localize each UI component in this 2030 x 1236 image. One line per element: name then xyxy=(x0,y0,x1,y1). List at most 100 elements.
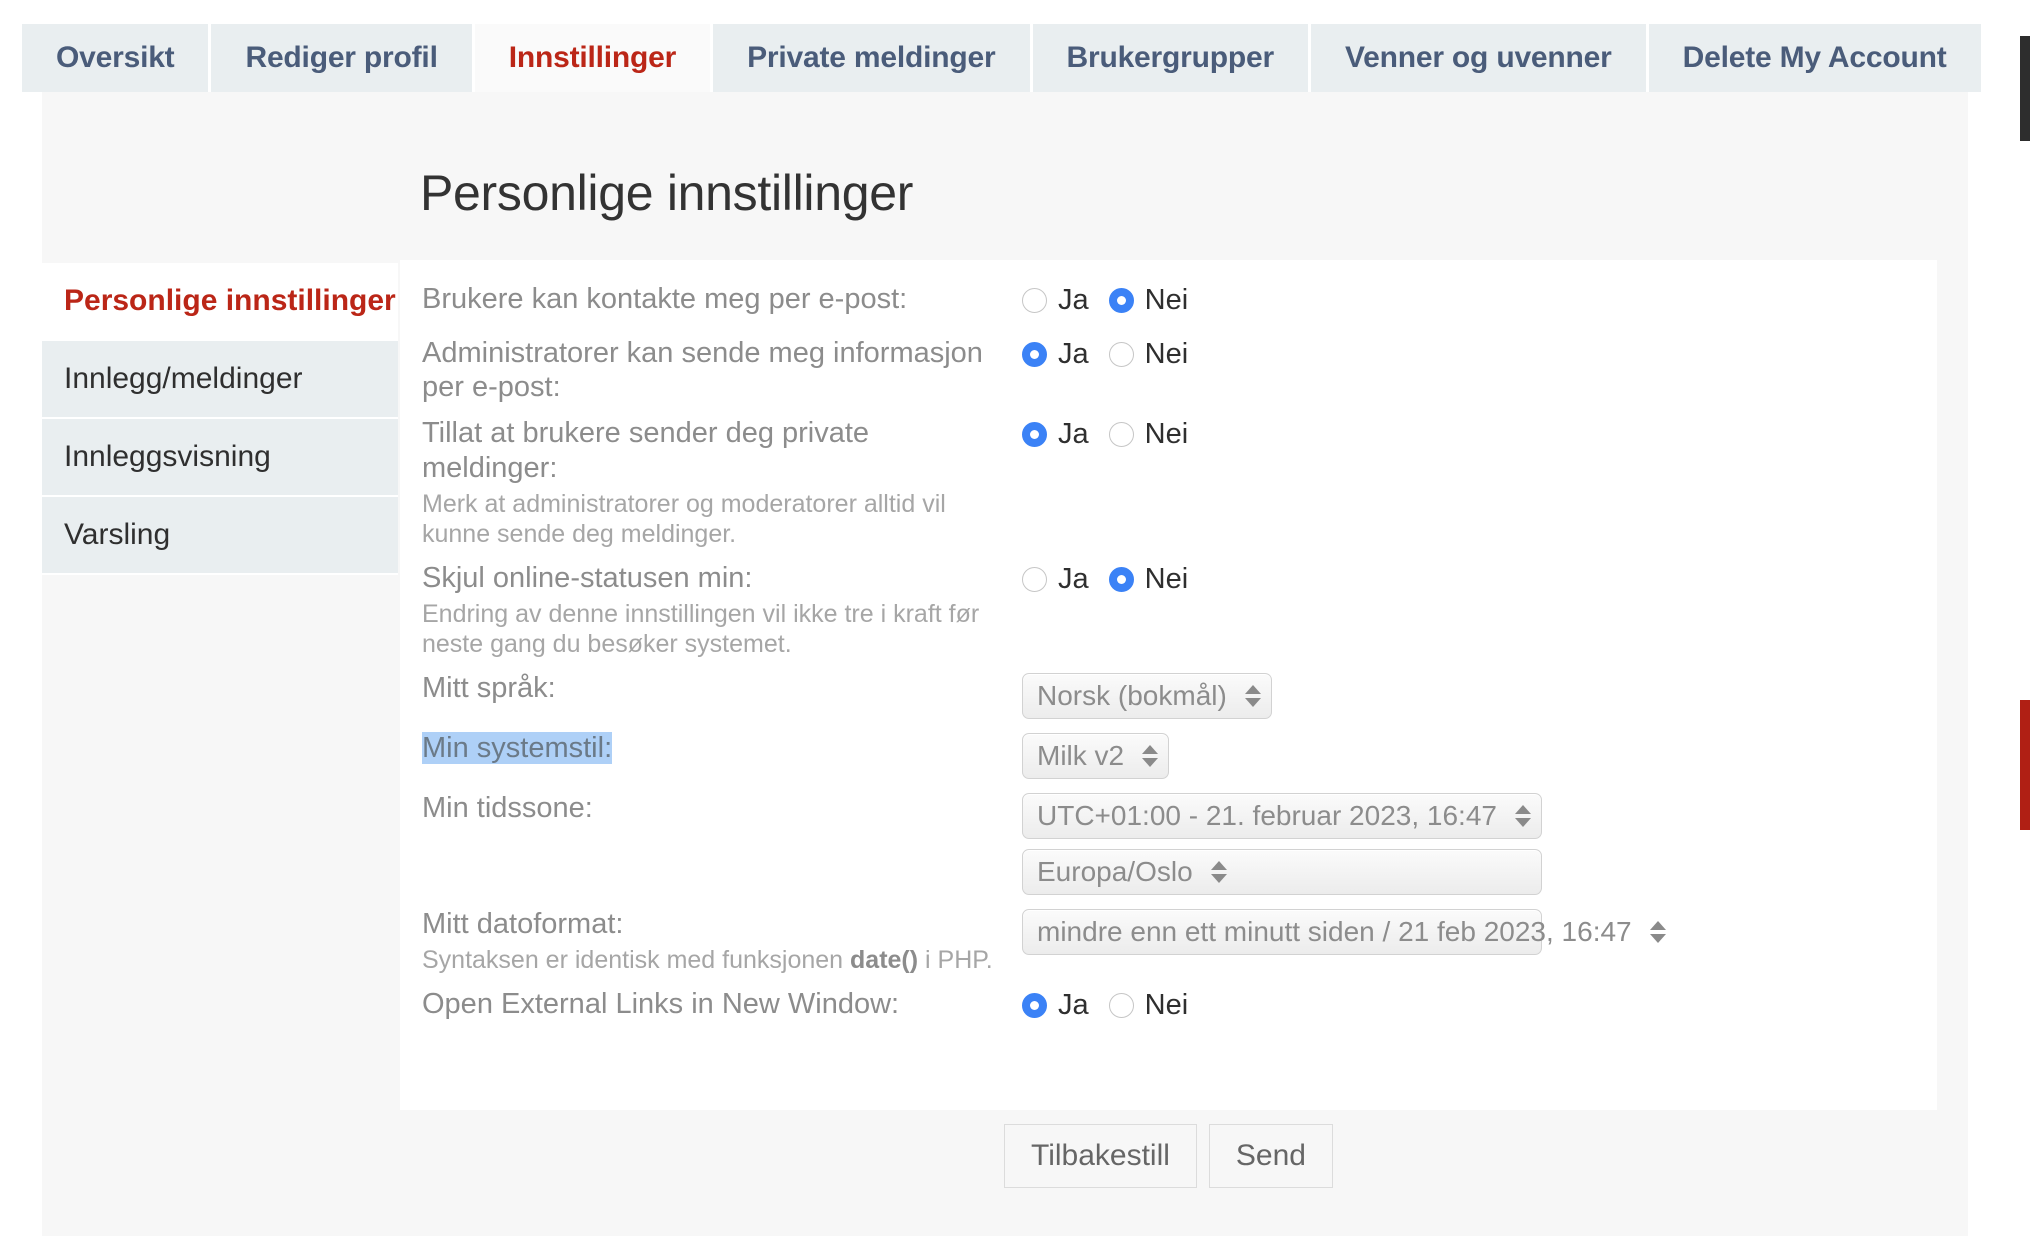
tab-venner-og-uvenner[interactable]: Venner og uvenner xyxy=(1310,24,1646,92)
radio-yes-label[interactable]: Ja xyxy=(1058,989,1089,1022)
sidebar-item-label: Innlegg/meldinger xyxy=(64,362,303,395)
radio-option-yes[interactable]: Ja xyxy=(1022,284,1089,317)
field-label-wrap: Skjul online-statusen min: Endring av de… xyxy=(422,561,1022,659)
radio-no-icon[interactable] xyxy=(1108,288,1134,313)
radio-yes-icon[interactable] xyxy=(1022,566,1047,592)
language-select-value: Norsk (bokmål) xyxy=(1037,680,1227,712)
field-allow-pm: Tillat at brukere sender deg private mel… xyxy=(400,416,1937,548)
field-control: UTC+01:00 - 21. februar 2023, 16:47 Euro… xyxy=(1022,791,1937,896)
chevron-updown-icon xyxy=(1514,805,1531,828)
radio-no-icon[interactable] xyxy=(1108,422,1134,448)
submit-button[interactable]: Send xyxy=(1208,1124,1333,1188)
style-select[interactable]: Milk v2 xyxy=(1022,733,1170,780)
tab-label: Rediger profil xyxy=(245,41,438,74)
sidebar-item-innleggsvisning[interactable]: Innleggsvisning xyxy=(42,419,398,497)
radio-no-label[interactable]: Nei xyxy=(1145,418,1189,451)
radio-no-icon[interactable] xyxy=(1108,566,1134,592)
hint-text-post: i PHP. xyxy=(918,946,993,975)
sidebar-item-label: Personlige innstillinger xyxy=(64,284,396,317)
tab-label: Delete My Account xyxy=(1682,41,1947,74)
forum-page: Oversikt Rediger profil Innstillinger Pr… xyxy=(0,0,1981,1236)
radio-yes-label[interactable]: Ja xyxy=(1058,338,1089,371)
tab-label: Oversikt xyxy=(56,41,175,74)
field-label-wrap: Mitt datoformat: Syntaksen er identisk m… xyxy=(422,907,1022,975)
field-label: Min systemstil: xyxy=(422,732,613,765)
radio-option-no[interactable]: Nei xyxy=(1108,418,1189,451)
offscreen-red-panel-edge xyxy=(2020,700,2030,830)
field-dateformat: Mitt datoformat: Syntaksen er identisk m… xyxy=(400,907,1937,975)
reset-button[interactable]: Tilbakestill xyxy=(1003,1124,1197,1188)
field-timezone: Min tidssone: UTC+01:00 - 21. februar 20… xyxy=(400,791,1937,896)
tab-oversikt[interactable]: Oversikt xyxy=(22,24,209,92)
radio-option-yes[interactable]: Ja xyxy=(1022,563,1089,596)
profile-tab-nav: Oversikt Rediger profil Innstillinger Pr… xyxy=(0,0,1981,92)
tab-label: Venner og uvenner xyxy=(1344,41,1612,74)
sidebar-item-label: Varsling xyxy=(64,518,171,551)
hint-code: date() xyxy=(850,946,919,975)
field-admin-email: Administratorer kan sende meg informasjo… xyxy=(400,336,1937,404)
tab-private-meldinger[interactable]: Private meldinger xyxy=(713,24,1030,92)
radio-yes-icon[interactable] xyxy=(1022,422,1047,448)
field-label: Mitt språk: xyxy=(422,672,556,705)
radio-no-label[interactable]: Nei xyxy=(1145,563,1189,596)
timezone-region-value: Europa/Oslo xyxy=(1037,856,1193,888)
radio-group-admin-email: Ja Nei xyxy=(1022,338,1208,371)
radio-yes-icon[interactable] xyxy=(1022,342,1047,367)
browser-right-gutter xyxy=(1968,0,2030,1236)
chevron-updown-icon xyxy=(1210,861,1227,884)
page-title: Personlige innstillinger xyxy=(420,164,914,221)
radio-option-yes[interactable]: Ja xyxy=(1022,338,1089,371)
radio-no-icon[interactable] xyxy=(1108,342,1134,367)
radio-group-external-links: Ja Nei xyxy=(1022,989,1208,1022)
radio-option-no[interactable]: Nei xyxy=(1108,338,1189,371)
tab-innstillinger[interactable]: Innstillinger xyxy=(474,24,711,92)
radio-yes-label[interactable]: Ja xyxy=(1058,284,1089,317)
sidebar-item-varsling[interactable]: Varsling xyxy=(42,497,398,575)
radio-yes-label[interactable]: Ja xyxy=(1058,563,1089,596)
sidebar-item-personlige-innstillinger[interactable]: Personlige innstillinger xyxy=(42,263,398,341)
radio-no-label[interactable]: Nei xyxy=(1145,989,1189,1022)
dateformat-select[interactable]: mindre enn ett minutt siden / 21 feb 202… xyxy=(1022,909,1666,956)
radio-group-allow-pm: Ja Nei xyxy=(1022,418,1208,451)
radio-no-icon[interactable] xyxy=(1108,993,1134,1019)
radio-group-contact-email: Ja Nei xyxy=(1022,284,1208,317)
radio-yes-label[interactable]: Ja xyxy=(1058,418,1089,451)
field-label: Open External Links in New Window: xyxy=(422,988,900,1021)
field-label-wrap: Min systemstil: xyxy=(422,731,1022,765)
chevron-updown-icon xyxy=(1649,921,1666,944)
field-label: Brukere kan kontakte meg per e-post: xyxy=(422,283,908,315)
field-hide-online: Skjul online-statusen min: Endring av de… xyxy=(400,561,1937,659)
sidebar-item-innlegg-meldinger[interactable]: Innlegg/meldinger xyxy=(42,341,398,419)
hint-text-pre: Syntaksen er identisk med funksjonen xyxy=(422,946,851,975)
radio-no-label[interactable]: Nei xyxy=(1145,284,1189,317)
timezone-select-stack: UTC+01:00 - 21. februar 2023, 16:47 Euro… xyxy=(1022,793,1542,896)
timezone-offset-select[interactable]: UTC+01:00 - 21. februar 2023, 16:47 xyxy=(1022,793,1542,840)
radio-no-label[interactable]: Nei xyxy=(1145,338,1189,371)
tab-delete-my-account[interactable]: Delete My Account xyxy=(1648,24,1981,92)
radio-option-no[interactable]: Nei xyxy=(1108,284,1189,317)
field-label: Mitt datoformat: xyxy=(422,908,624,941)
radio-option-yes[interactable]: Ja xyxy=(1022,989,1089,1022)
field-control: mindre enn ett minutt siden / 21 feb 202… xyxy=(1022,907,1937,956)
field-label: Administratorer kan sende meg informasjo… xyxy=(422,337,983,404)
field-control: Ja Nei xyxy=(1022,561,1937,596)
style-select-value: Milk v2 xyxy=(1037,740,1125,772)
field-language: Mitt språk: Norsk (bokmål) xyxy=(400,671,1937,720)
radio-yes-icon[interactable] xyxy=(1022,993,1047,1019)
radio-yes-icon[interactable] xyxy=(1022,288,1047,313)
tab-brukergrupper[interactable]: Brukergrupper xyxy=(1032,24,1308,92)
tab-label: Private meldinger xyxy=(747,41,996,74)
chevron-updown-icon xyxy=(1244,685,1261,708)
settings-form-panel: Brukere kan kontakte meg per e-post: Ja … xyxy=(400,260,1937,1110)
timezone-region-select[interactable]: Europa/Oslo xyxy=(1022,849,1542,896)
radio-option-no[interactable]: Nei xyxy=(1108,989,1189,1022)
radio-option-no[interactable]: Nei xyxy=(1108,563,1189,596)
language-select[interactable]: Norsk (bokmål) xyxy=(1022,673,1272,720)
field-hint: Merk at administratorer og moderatorer a… xyxy=(422,489,946,548)
field-label: Min tidssone: xyxy=(422,792,593,825)
radio-option-yes[interactable]: Ja xyxy=(1022,418,1089,451)
field-control: Norsk (bokmål) xyxy=(1022,671,1937,720)
sidebar-item-label: Innleggsvisning xyxy=(64,440,271,473)
timezone-offset-value: UTC+01:00 - 21. februar 2023, 16:47 xyxy=(1037,800,1497,832)
tab-rediger-profil[interactable]: Rediger profil xyxy=(211,24,472,92)
